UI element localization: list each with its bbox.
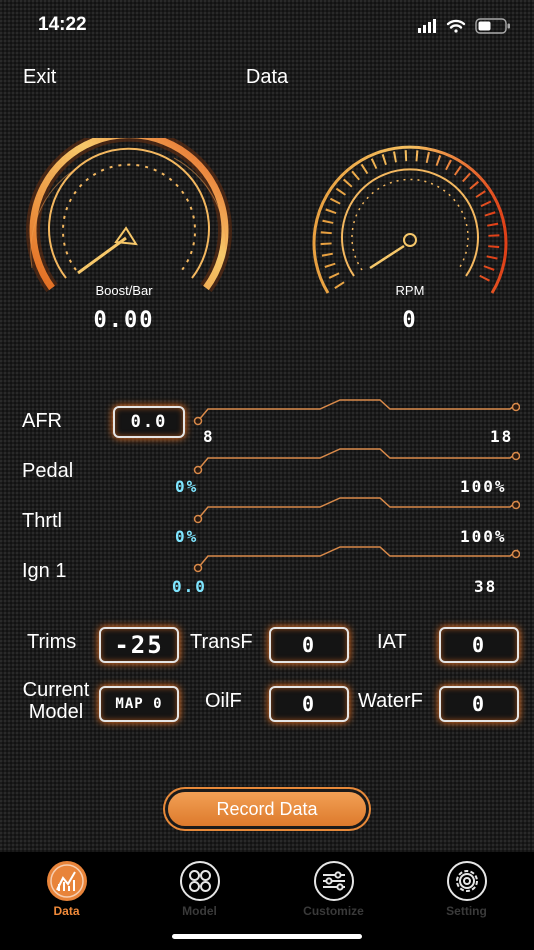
pedal-min-label: 0% — [175, 477, 199, 496]
battery-icon — [475, 18, 510, 34]
status-icons — [416, 16, 516, 36]
ignition-slider — [190, 544, 521, 584]
current-model-label: Current Model — [16, 679, 96, 723]
trims-value-box: -25 — [99, 627, 179, 663]
tab-data[interactable]: Data — [0, 860, 133, 918]
exit-button[interactable]: Exit — [23, 66, 56, 89]
gear-icon — [446, 860, 488, 902]
trims-label: Trims — [27, 631, 77, 653]
rpm-gauge-value: 0 — [402, 308, 418, 333]
tab-model[interactable]: Model — [133, 860, 266, 918]
home-indicator — [172, 934, 362, 939]
afr-slider — [190, 397, 521, 437]
page-title: Data — [245, 66, 289, 88]
afr-min-label: 8 — [203, 427, 215, 446]
current-model-label-line1: Current — [22, 679, 90, 701]
afr-label: AFR — [22, 410, 62, 432]
pedal-max-label: 100% — [460, 477, 507, 496]
grid-circles-icon — [179, 860, 221, 902]
tab-customize-label: Customize — [303, 904, 364, 918]
waterf-label: WaterF — [358, 690, 423, 712]
current-model-label-line2: Model — [28, 701, 84, 723]
signal-icon — [418, 19, 436, 33]
ignition-label: Ign 1 — [22, 560, 67, 582]
chart-icon — [46, 860, 88, 902]
afr-value-box: 0.0 — [113, 406, 185, 438]
current-model-value-box: MAP 0 — [99, 686, 179, 722]
throttle-label: Thrtl — [22, 510, 62, 532]
oilf-value-box: 0 — [269, 686, 349, 722]
wifi-icon — [446, 19, 466, 33]
tab-setting[interactable]: Setting — [400, 860, 533, 918]
tab-setting-label: Setting — [446, 904, 487, 918]
sliders-icon — [313, 860, 355, 902]
transf-label: TransF — [190, 631, 253, 653]
iat-value-box: 0 — [439, 627, 519, 663]
transf-value-box: 0 — [269, 627, 349, 663]
ignition-max-label: 38 — [474, 577, 498, 596]
record-data-button[interactable]: Record Data — [168, 792, 366, 826]
tab-model-label: Model — [182, 904, 217, 918]
waterf-value-box: 0 — [439, 686, 519, 722]
iat-label: IAT — [377, 631, 407, 653]
boost-gauge-value: 0.00 — [93, 308, 155, 333]
ignition-min-label: 0.0 — [172, 577, 207, 596]
boost-gauge-label: Boost/Bar — [95, 283, 153, 298]
status-time: 14:22 — [38, 14, 87, 35]
pedal-label: Pedal — [22, 460, 74, 482]
afr-max-label: 18 — [490, 427, 514, 446]
tab-data-label: Data — [53, 904, 80, 918]
oilf-label: OilF — [205, 690, 242, 712]
rpm-gauge-label: RPM — [395, 283, 425, 298]
tab-customize[interactable]: Customize — [267, 860, 400, 918]
